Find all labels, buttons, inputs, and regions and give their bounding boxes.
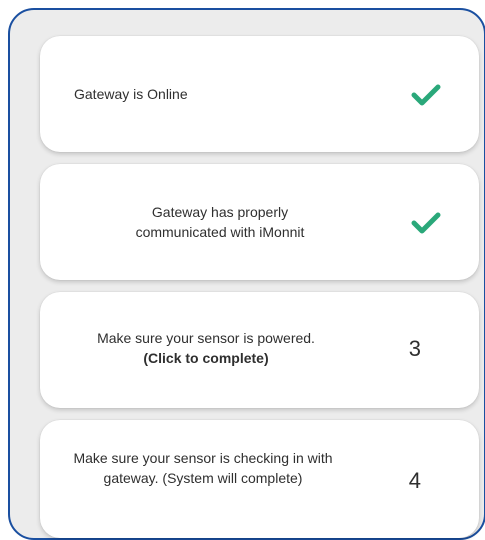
step-text: Make sure your sensor is checking in wit… xyxy=(73,450,333,486)
checkmark-icon xyxy=(411,212,441,234)
checkmark-icon xyxy=(411,84,441,106)
step-text: Make sure your sensor is powered. (Click… xyxy=(68,328,344,368)
setup-checklist-panel: Gateway is Online Gateway has properly c… xyxy=(8,8,485,540)
step-card-sensor-powered[interactable]: Make sure your sensor is powered. (Click… xyxy=(40,292,479,408)
step-instruction: Make sure your sensor is powered. xyxy=(97,330,315,346)
step-text: Gateway is Online xyxy=(74,86,188,102)
step-number: 4 xyxy=(408,468,421,493)
step-text: Gateway has properly communicated with i… xyxy=(135,204,305,240)
click-to-complete-link[interactable]: (Click to complete) xyxy=(68,348,344,368)
step-card-gateway-online: Gateway is Online xyxy=(40,36,479,152)
step-number: 3 xyxy=(408,336,421,361)
step-card-gateway-communicated: Gateway has properly communicated with i… xyxy=(40,164,479,280)
step-card-sensor-checking-in: Make sure your sensor is checking in wit… xyxy=(40,420,479,538)
